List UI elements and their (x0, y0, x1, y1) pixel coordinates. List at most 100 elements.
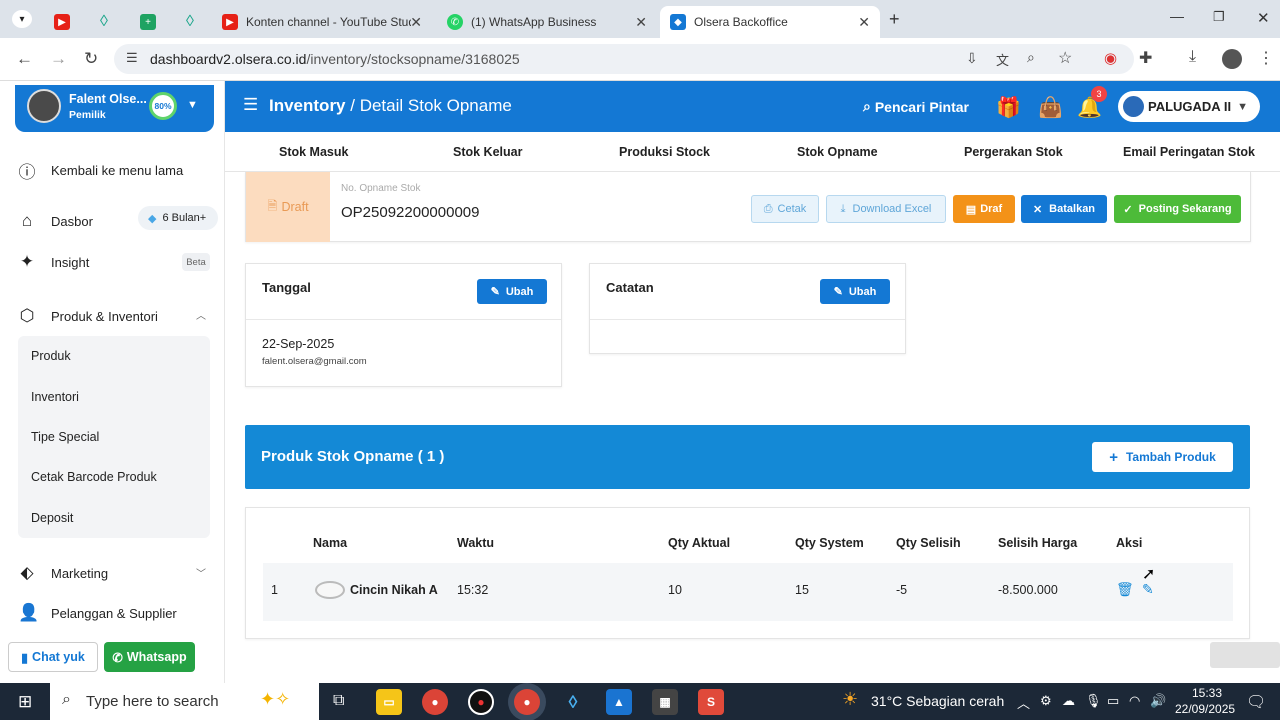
column-header-nama[interactable]: Nama (313, 536, 347, 550)
back-icon[interactable]: ← (16, 49, 33, 69)
chrome-active-icon[interactable]: ● (514, 689, 540, 715)
close-tab-icon[interactable]: ✕ (635, 14, 647, 31)
volume-icon[interactable]: 🔊 (1150, 693, 1166, 709)
task-view-icon[interactable]: ⧉ (333, 692, 344, 710)
file-explorer-icon[interactable]: ▭ (376, 689, 402, 715)
chat-yuk-button[interactable]: ▮ Chat yuk (8, 642, 98, 672)
pinned-tab-sheets[interactable]: + (130, 6, 174, 38)
subnav-email-peringatan[interactable]: Email Peringatan Stok (1123, 145, 1255, 159)
cloud-icon[interactable]: ☁ (1062, 693, 1075, 709)
site-settings-icon[interactable]: ☰ (126, 50, 138, 66)
browser-profile-avatar[interactable] (1222, 49, 1242, 69)
extensions-puzzle-icon[interactable]: ✚ (1139, 48, 1152, 68)
hamburger-menu-icon[interactable]: ☰ (243, 95, 258, 115)
close-tab-icon[interactable]: ✕ (410, 14, 422, 31)
pinned-tab-olsera[interactable]: ◊ (86, 6, 130, 38)
pinned-tab-olsera-2[interactable]: ◊ (172, 6, 216, 38)
calculator-icon[interactable]: ▦ (652, 689, 678, 715)
install-app-icon[interactable]: ⇩ (966, 50, 978, 67)
breadcrumb-section[interactable]: Inventory (269, 96, 346, 115)
submenu-item-inventori[interactable]: Inventori (31, 390, 79, 404)
new-tab-icon[interactable]: + (889, 9, 900, 30)
tambah-produk-button[interactable]: + Tambah Produk (1092, 442, 1233, 472)
profile-card[interactable]: Falent Olse... Pemilik 80% ▼ (15, 85, 214, 132)
delete-icon[interactable]: 🗑 (1116, 581, 1134, 598)
shopping-bag-icon[interactable]: 👜 (1038, 95, 1063, 120)
column-header-qty-system[interactable]: Qty System (795, 536, 864, 550)
sidebar-item-back[interactable]: ⓘ Kembali ke menu lama (18, 158, 184, 183)
smart-search-button[interactable]: ⌕ Pencari Pintar (863, 98, 969, 115)
windows-start-icon[interactable]: ⊞ (18, 692, 32, 712)
subnav-stok-keluar[interactable]: Stok Keluar (453, 145, 522, 159)
sidebar-item-produk-inventori[interactable]: ⬡ Produk & Inventori (18, 306, 158, 326)
close-window-icon[interactable]: ✕ (1257, 9, 1270, 27)
video-controls-overlay[interactable] (1210, 642, 1280, 668)
cetak-button[interactable]: ⎙ Cetak (751, 195, 819, 223)
sidebar-item-label: Dasbor (51, 213, 93, 229)
battery-icon[interactable]: ▭ (1107, 693, 1119, 709)
translate-icon[interactable]: 文 (996, 50, 1009, 69)
store-selector[interactable]: PALUGADA II ▼ (1118, 91, 1260, 122)
submenu-item-deposit[interactable]: Deposit (31, 511, 73, 525)
pinned-tab-youtube[interactable]: ▶ (44, 6, 88, 38)
clock-date[interactable]: 22/09/2025 (1175, 702, 1235, 716)
forward-icon[interactable]: → (50, 49, 67, 69)
sidebar-item-marketing[interactable]: ⬖ Marketing (18, 563, 108, 583)
posting-sekarang-button[interactable]: ✓ Posting Sekarang (1114, 195, 1241, 223)
sidebar-item-pelanggan[interactable]: 👤 Pelanggan & Supplier (18, 603, 177, 623)
address-bar[interactable]: ☰ dashboardv2.olsera.co.id/inventory/sto… (114, 44, 1134, 74)
reload-icon[interactable]: ↻ (84, 49, 98, 69)
subnav-stok-opname[interactable]: Stok Opname (797, 145, 878, 159)
tab-whatsapp[interactable]: ✆ (1) WhatsApp Business ✕ (437, 6, 657, 38)
product-name[interactable]: Cincin Nikah A (350, 583, 438, 597)
restore-icon[interactable]: ❐ (1213, 9, 1225, 25)
download-excel-button[interactable]: ⤓ Download Excel (826, 195, 946, 223)
batalkan-button[interactable]: ✕ Batalkan (1021, 195, 1107, 223)
close-tab-icon[interactable]: ✕ (858, 14, 870, 31)
column-header-selisih-harga[interactable]: Selisih Harga (998, 536, 1077, 550)
submenu-item-cetak-barcode[interactable]: Cetak Barcode Produk (31, 470, 157, 484)
subnav-produksi-stock[interactable]: Produksi Stock (619, 145, 710, 159)
minimize-icon[interactable]: — (1170, 8, 1184, 24)
browser-menu-icon[interactable]: ⋮ (1258, 48, 1274, 68)
submenu-item-tipe-special[interactable]: Tipe Special (31, 430, 99, 444)
column-header-qty-aktual[interactable]: Qty Aktual (668, 536, 730, 550)
microphone-icon[interactable]: 🎙 (1085, 693, 1102, 709)
bookmark-star-icon[interactable]: ☆ (1058, 48, 1072, 68)
plan-badge[interactable]: ◆ 6 Bulan+ (138, 206, 218, 230)
draf-button[interactable]: ▤ Draf (953, 195, 1015, 223)
tab-olsera-backoffice[interactable]: ◆ Olsera Backoffice ✕ (660, 6, 880, 38)
download-icon[interactable]: ⤓ (1189, 48, 1196, 66)
chevron-up-icon[interactable]: ︿ (196, 307, 206, 322)
tab-search-dropdown-icon[interactable]: ▾ (12, 10, 32, 28)
record-icon[interactable]: ● (468, 689, 494, 715)
column-header-waktu[interactable]: Waktu (457, 536, 494, 550)
ubah-catatan-button[interactable]: ✎ Ubah (820, 279, 890, 304)
clock-time[interactable]: 15:33 (1192, 686, 1222, 700)
gift-icon[interactable]: 🎁 (996, 95, 1021, 120)
main-content: 🗎 Draft No. Opname Stok OP25092200000009 … (225, 172, 1280, 683)
submenu-item-produk[interactable]: Produk (31, 349, 71, 363)
sidebar-item-insight[interactable]: ✦ Insight (18, 252, 89, 272)
column-header-qty-selisih[interactable]: Qty Selisih (896, 536, 961, 550)
ubah-tanggal-button[interactable]: ✎ Ubah (477, 279, 547, 304)
subnav-stok-masuk[interactable]: Stok Masuk (279, 145, 348, 159)
chrome-icon[interactable]: ● (422, 689, 448, 715)
olsera-app-icon[interactable]: ◊ (560, 689, 586, 715)
sidebar-item-dasbor[interactable]: ⌂ Dasbor (18, 211, 93, 231)
tray-app-icon[interactable]: ⚙ (1040, 693, 1052, 709)
notification-center-icon[interactable]: 🗨 (1246, 692, 1266, 712)
weather-text[interactable]: 31°C Sebagian cerah (871, 693, 1004, 709)
taskbar-search[interactable]: ⌕ Type here to search ✦✧ (50, 683, 319, 720)
chevron-down-icon[interactable]: ﹀ (196, 565, 206, 580)
extension-eye-icon[interactable]: ◉ (1104, 49, 1117, 67)
subnav-pergerakan-stok[interactable]: Pergerakan Stok (964, 145, 1063, 159)
whatsapp-button[interactable]: ✆ Whatsapp (104, 642, 195, 672)
photos-icon[interactable]: ▲ (606, 689, 632, 715)
zoom-icon[interactable]: ⌕ (1027, 49, 1035, 66)
wifi-icon[interactable]: ◠ (1129, 693, 1140, 709)
slides-app-icon[interactable]: S (698, 689, 724, 715)
tray-chevron-up-icon[interactable]: ︿ (1017, 693, 1030, 712)
chevron-down-icon[interactable]: ▼ (187, 99, 198, 111)
tab-youtube-studio[interactable]: ▶ Konten channel - YouTube Stud ✕ (212, 6, 432, 38)
